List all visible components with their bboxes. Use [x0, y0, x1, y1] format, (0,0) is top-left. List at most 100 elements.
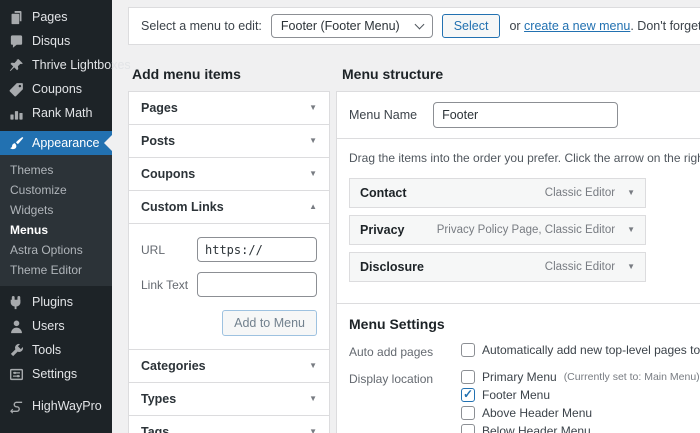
select-button[interactable]: Select — [441, 14, 501, 38]
select-menu-label: Select a menu to edit: — [141, 19, 262, 33]
sidebar-item-label: Coupons — [32, 82, 83, 96]
sidebar-item-label: Plugins — [32, 295, 73, 309]
menu-name-input[interactable] — [433, 102, 619, 128]
url-label: URL — [141, 242, 166, 257]
accordion-categories[interactable]: Categories ▼ — [129, 350, 329, 383]
auto-add-pages-option: Automatically add new top-level pages to… — [461, 343, 700, 357]
sidebar-item-label: Pages — [32, 10, 68, 24]
display-location-below-header-menu: Below Header Menu — [461, 424, 700, 433]
caret-down-icon[interactable]: ▼ — [627, 189, 635, 197]
primary-menu-checkbox[interactable] — [461, 370, 475, 384]
sidebar-item-label: Settings — [32, 367, 78, 381]
appearance-submenu: Themes Customize Widgets Menus Astra Opt… — [0, 155, 112, 286]
wrench-icon — [9, 343, 24, 358]
link-text-input[interactable] — [197, 272, 317, 297]
custom-links-panel: URL Link Text Add to Menu — [129, 224, 329, 350]
option-label: Below Header Menu — [482, 424, 591, 433]
accordion-label: Custom Links — [141, 200, 224, 214]
url-input[interactable] — [197, 237, 317, 262]
option-note: (Currently set to: Main Menu) — [563, 371, 700, 383]
submenu-item-customize[interactable]: Customize — [0, 180, 112, 200]
caret-down-icon: ▼ — [309, 394, 317, 403]
add-menu-items-card: Pages ▼ Posts ▼ Coupons ▼ Custom Links ▲ — [128, 91, 330, 433]
menu-item-name: Privacy — [360, 223, 405, 237]
pages-icon — [9, 10, 24, 25]
accordion-types[interactable]: Types ▼ — [129, 383, 329, 416]
sidebar-item-pages[interactable]: Pages — [0, 5, 112, 29]
or-text: or — [509, 19, 525, 33]
caret-up-icon: ▲ — [309, 202, 317, 211]
chart-icon — [9, 106, 24, 121]
sidebar-item-rank-math[interactable]: Rank Math — [0, 101, 112, 125]
menu-select-bar: Select a menu to edit: Footer (Footer Me… — [128, 7, 700, 45]
accordion-label: Posts — [141, 134, 176, 148]
accordion-pages[interactable]: Pages ▼ — [129, 92, 329, 125]
menu-settings-title: Menu Settings — [349, 316, 445, 332]
accordion-label: Tags — [141, 425, 170, 433]
add-menu-items-column: Add menu items Pages ▼ Posts ▼ Coupons ▼ — [128, 45, 330, 433]
sidebar-item-users[interactable]: Users — [0, 314, 112, 338]
wordpress-admin-menus-page: Pages Disqus Thrive Lightboxes Coupons R… — [0, 0, 700, 433]
display-location-footer-menu: Footer Menu — [461, 388, 700, 402]
settings-icon — [9, 367, 24, 382]
caret-down-icon: ▼ — [309, 361, 317, 370]
sidebar-item-label: HighWayPro — [32, 399, 102, 413]
option-label: Primary Menu — [482, 370, 557, 384]
menu-name-row: Menu Name — [337, 92, 700, 139]
submenu-item-themes[interactable]: Themes — [0, 160, 112, 180]
sidebar-item-appearance[interactable]: Appearance — [0, 131, 112, 155]
sidebar-item-thrive-lightboxes[interactable]: Thrive Lightboxes — [0, 53, 131, 77]
auto-add-pages-option-text: Automatically add new top-level pages to… — [482, 343, 700, 357]
below-header-menu-checkbox[interactable] — [461, 424, 475, 433]
sidebar-item-coupons[interactable]: Coupons — [0, 77, 112, 101]
auto-add-pages-label: Auto add pages — [349, 345, 434, 359]
accordion-custom-links[interactable]: Custom Links ▲ — [129, 191, 329, 224]
caret-down-icon: ▼ — [309, 169, 317, 178]
display-location-primary-menu: Primary Menu (Currently set to: Main Men… — [461, 370, 700, 384]
chevron-down-icon — [414, 19, 425, 29]
menu-structure-column: Menu structure Menu Name Drag the items … — [336, 45, 700, 433]
sidebar-item-label: Users — [32, 319, 65, 333]
caret-down-icon[interactable]: ▼ — [627, 226, 635, 234]
option-label: Footer Menu — [482, 388, 551, 402]
user-icon — [9, 319, 24, 334]
accordion-tags[interactable]: Tags ▼ — [129, 416, 329, 433]
main-content: Select a menu to edit: Footer (Footer Me… — [112, 0, 700, 433]
caret-down-icon[interactable]: ▼ — [627, 263, 635, 271]
add-to-menu-button[interactable]: Add to Menu — [222, 310, 317, 336]
submenu-item-widgets[interactable]: Widgets — [0, 200, 112, 220]
submenu-item-theme-editor[interactable]: Theme Editor — [0, 260, 112, 280]
footer-menu-checkbox[interactable] — [461, 388, 475, 402]
accordion-label: Coupons — [141, 167, 196, 181]
option-label: Above Header Menu — [482, 406, 593, 420]
menu-item-contact[interactable]: Contact Classic Editor ▼ — [349, 178, 646, 208]
sidebar-item-highwaypro[interactable]: HighWayPro — [0, 394, 112, 418]
accordion-coupons[interactable]: Coupons ▼ — [129, 158, 329, 191]
auto-add-pages-row: Auto add pages Automatically add new top… — [337, 343, 700, 361]
submenu-item-astra-options[interactable]: Astra Options — [0, 240, 112, 260]
auto-add-pages-checkbox[interactable] — [461, 343, 475, 357]
display-location-above-header-menu: Above Header Menu — [461, 406, 700, 420]
menu-item-privacy[interactable]: Privacy Privacy Policy Page, Classic Edi… — [349, 215, 646, 245]
accordion-posts[interactable]: Posts ▼ — [129, 125, 329, 158]
above-header-menu-checkbox[interactable] — [461, 406, 475, 420]
sidebar-item-disqus[interactable]: Disqus — [0, 29, 112, 53]
sidebar-item-label: Tools — [32, 343, 62, 357]
menu-structure-title: Menu structure — [342, 66, 444, 82]
drag-hint-text: Drag the items into the order you prefer… — [349, 151, 700, 165]
menu-select-value: Footer (Footer Menu) — [280, 19, 400, 33]
sidebar-item-plugins[interactable]: Plugins — [0, 290, 112, 314]
caret-down-icon: ▼ — [309, 136, 317, 145]
accordion-label: Types — [141, 392, 177, 406]
menu-name-label: Menu Name — [349, 108, 418, 122]
submenu-item-menus[interactable]: Menus — [0, 220, 112, 240]
accordion-label: Categories — [141, 359, 206, 373]
menu-item-disclosure[interactable]: Disclosure Classic Editor ▼ — [349, 252, 646, 282]
plugin-icon — [9, 295, 24, 310]
menu-select-dropdown[interactable]: Footer (Footer Menu) — [270, 14, 433, 38]
sidebar-item-settings[interactable]: Settings — [0, 362, 112, 386]
display-location-label: Display location — [349, 372, 434, 386]
route-icon — [9, 399, 24, 414]
sidebar-item-tools[interactable]: Tools — [0, 338, 112, 362]
create-new-menu-link[interactable]: create a new menu — [524, 19, 630, 33]
